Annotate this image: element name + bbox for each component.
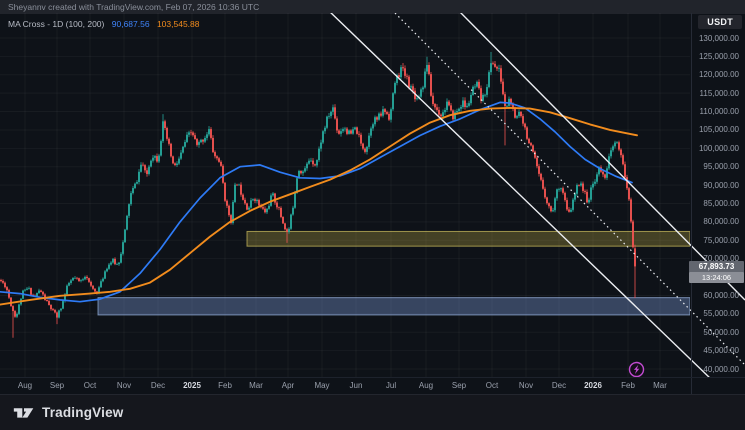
price-axis-label: 100,000.00 xyxy=(669,144,739,153)
price-axis-label: 115,000.00 xyxy=(669,89,739,98)
price-axis-label: 85,000.00 xyxy=(669,199,739,208)
price-axis-label: 55,000.00 xyxy=(669,309,739,318)
price-axis-label: 60,000.00 xyxy=(669,291,739,300)
indicator-legend[interactable]: MA Cross - 1D (100, 200) 90,687.56 103,5… xyxy=(8,19,200,29)
time-axis-year-label: 2025 xyxy=(183,381,201,390)
ma-fast-value: 90,687.56 xyxy=(112,19,150,29)
event-marker-icon[interactable] xyxy=(630,363,644,377)
time-axis-month-label: Oct xyxy=(84,381,96,390)
price-axis-label: 95,000.00 xyxy=(669,162,739,171)
demand-zone[interactable] xyxy=(98,298,690,315)
time-axis-month-label: Feb xyxy=(621,381,635,390)
time-axis-month-label: May xyxy=(314,381,329,390)
time-axis-month-label: Aug xyxy=(419,381,433,390)
tradingview-chart-window: Sheyannv created with TradingView.com, F… xyxy=(0,0,745,430)
price-axis-label: 80,000.00 xyxy=(669,217,739,226)
time-axis-month-label: Apr xyxy=(282,381,294,390)
price-axis-label: 40,000.00 xyxy=(669,365,739,374)
time-axis-month-label: Nov xyxy=(519,381,533,390)
time-axis-month-label: Aug xyxy=(18,381,32,390)
price-axis-label: 75,000.00 xyxy=(669,236,739,245)
ma100-line xyxy=(0,102,632,301)
supply-zone[interactable] xyxy=(247,231,690,246)
tradingview-brand-text[interactable]: TradingView xyxy=(42,405,123,420)
ma-slow-value: 103,545.88 xyxy=(157,19,200,29)
tradingview-logo-icon[interactable] xyxy=(13,404,35,421)
footer-bar: TradingView xyxy=(0,394,745,430)
time-axis-year-label: 2026 xyxy=(584,381,602,390)
time-axis-month-label: Dec xyxy=(552,381,566,390)
price-chart-canvas[interactable] xyxy=(0,0,745,430)
time-axis-border xyxy=(0,377,745,378)
time-axis-month-label: Mar xyxy=(249,381,263,390)
time-axis-month-label: Jun xyxy=(350,381,363,390)
trendline-left[interactable] xyxy=(328,10,712,380)
price-axis-label: 45,000.00 xyxy=(669,346,739,355)
time-axis-month-label: Nov xyxy=(117,381,131,390)
time-axis-month-label: Sep xyxy=(452,381,466,390)
indicator-label: MA Cross - 1D (100, 200) xyxy=(8,19,104,29)
price-axis-label: 130,000.00 xyxy=(669,34,739,43)
price-axis-label: 110,000.00 xyxy=(669,107,739,116)
ma200-line xyxy=(0,108,637,305)
price-axis-label: 125,000.00 xyxy=(669,52,739,61)
price-axis-label: 50,000.00 xyxy=(669,328,739,337)
price-axis-label: 105,000.00 xyxy=(669,125,739,134)
currency-unit-badge[interactable]: USDT xyxy=(698,15,742,29)
bar-countdown: 13:24:06 xyxy=(689,272,744,283)
price-axis-label: 120,000.00 xyxy=(669,70,739,79)
candlestick-series xyxy=(0,52,636,338)
price-axis-label: 90,000.00 xyxy=(669,181,739,190)
time-axis-month-label: Mar xyxy=(653,381,667,390)
time-axis-month-label: Feb xyxy=(218,381,232,390)
time-axis-month-label: Sep xyxy=(50,381,64,390)
time-axis-month-label: Jul xyxy=(386,381,396,390)
time-axis-month-label: Oct xyxy=(486,381,498,390)
time-axis-month-label: Dec xyxy=(151,381,165,390)
